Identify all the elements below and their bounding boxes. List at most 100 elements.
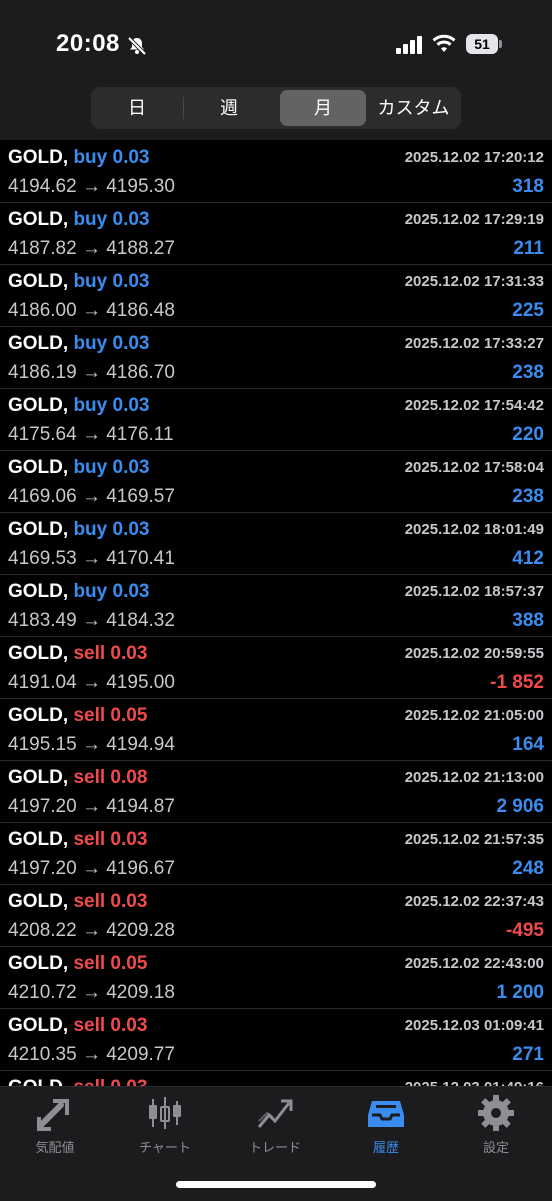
trade-profit: 238 [512,362,544,383]
trade-symbol-line: GOLD, sell 0.03 [8,1077,147,1086]
trade-row[interactable]: GOLD, sell 0.03 2025.12.02 20:59:55 4191.0… [0,637,552,699]
trade-symbol: GOLD, [8,1015,69,1036]
trade-row[interactable]: GOLD, sell 0.03 2025.12.02 21:57:35 4197.2… [0,823,552,885]
segment-month[interactable]: 月 [280,90,366,126]
trade-time: 2025.12.02 17:31:33 [404,273,544,290]
bell-off-icon [127,36,147,56]
trade-prices: 4186.19 → 4186.70 [8,362,175,383]
trade-prices: 4194.62 → 4195.30 [8,176,175,197]
trade-profit: -495 [505,920,544,941]
tab-settings-label: 設定 [482,1140,509,1155]
trade-symbol-line: GOLD, sell 0.03 [8,891,147,913]
home-indicator [176,1181,376,1188]
trade-profit: 318 [512,176,544,197]
tab-quotes-label: 気配値 [35,1140,75,1155]
trade-symbol: GOLD, [8,271,69,292]
signal-icon [396,36,422,54]
trade-side-volume: sell 0.05 [73,705,148,726]
trade-side-volume: sell 0.03 [73,891,148,912]
trade-time: 2025.12.02 20:59:55 [404,645,544,662]
trade-prices: 4183.49 → 4184.32 [8,610,175,631]
trade-side-volume: buy 0.03 [73,271,150,292]
trade-symbol-line: GOLD, buy 0.03 [8,519,150,541]
trade-prices: 4186.00 → 4186.48 [8,300,175,321]
trade-history-list[interactable]: GOLD, buy 0.03 2025.12.02 17:20:12 4194.62… [0,141,552,1086]
trade-row[interactable]: GOLD, sell 0.08 2025.12.02 21:13:00 4197.2… [0,761,552,823]
trade-prices: 4197.20 → 4194.87 [8,796,175,817]
trade-time: 2025.12.03 01:09:41 [404,1017,544,1034]
trade-row[interactable]: GOLD, sell 0.03 2025.12.03 01:09:41 4210.3… [0,1009,552,1071]
battery-level: 51 [466,34,498,54]
trade-profit: 238 [512,486,544,507]
trade-row[interactable]: GOLD, buy 0.03 2025.12.02 17:58:04 4169.06… [0,451,552,513]
trade-symbol: GOLD, [8,643,69,664]
trade-time: 2025.12.03 01:49:16 [405,1079,544,1086]
trade-row[interactable]: GOLD, buy 0.03 2025.12.02 18:01:49 4169.53… [0,513,552,575]
trade-prices: 4169.06 → 4169.57 [8,486,175,507]
trade-symbol: GOLD, [8,1077,68,1086]
trade-prices: 4208.22 → 4209.28 [8,920,175,941]
period-selector-bar: 日 週 月 カスタム [0,80,552,140]
period-segmented-control: 日 週 月 カスタム [91,87,461,129]
trade-symbol-line: GOLD, sell 0.05 [8,705,147,727]
wifi-icon [432,34,456,52]
trade-row[interactable]: GOLD, buy 0.03 2025.12.02 17:29:19 4187.82… [0,203,552,265]
trade-side-volume: buy 0.03 [73,333,150,354]
trade-symbol: GOLD, [8,519,69,540]
trade-row[interactable]: GOLD, buy 0.03 2025.12.02 18:57:37 4183.49… [0,575,552,637]
trade-profit: 225 [512,300,544,321]
tab-history[interactable]: 履歴 [331,1095,441,1155]
trade-symbol-line: GOLD, sell 0.08 [8,767,147,789]
trade-side-volume: sell 0.08 [73,767,148,788]
trade-prices: 4210.35 → 4209.77 [8,1044,175,1065]
trade-symbol-line: GOLD, sell 0.05 [8,953,147,975]
trade-side-volume: buy 0.03 [73,395,150,416]
trade-side-volume: buy 0.03 [73,457,150,478]
chart-icon [149,1097,181,1129]
trade-icon [257,1099,293,1128]
trade-profit: 271 [512,1044,544,1065]
trade-symbol: GOLD, [8,891,69,912]
trade-profit: 2 906 [496,796,544,817]
trade-symbol: GOLD, [8,953,69,974]
trade-profit: 220 [512,424,544,445]
tab-trade[interactable]: トレード [220,1095,330,1155]
status-time: 20:08 [56,30,120,57]
trade-row[interactable]: GOLD, buy 0.03 2025.12.02 17:33:27 4186.19… [0,327,552,389]
segment-custom[interactable]: カスタム [369,90,458,126]
trade-profit: 211 [513,238,544,259]
trade-side-volume: buy 0.03 [73,519,150,540]
trade-row[interactable]: GOLD, buy 0.03 2025.12.02 17:20:12 4194.62… [0,141,552,203]
tab-chart-label: チャート [139,1140,191,1155]
trade-symbol: GOLD, [8,333,69,354]
trade-time: 2025.12.02 17:33:27 [404,335,544,352]
segment-day[interactable]: 日 [94,90,180,126]
trade-profit: 248 [512,858,544,879]
trade-symbol-line: GOLD, buy 0.03 [8,147,150,169]
trade-row[interactable]: GOLD, sell 0.03 2025.12.02 22:37:43 4208.2… [0,885,552,947]
trade-side-volume: sell 0.03 [73,829,148,850]
tab-settings[interactable]: 設定 [441,1095,551,1155]
trade-side-volume: sell 0.03 [73,1077,147,1086]
trade-prices: 4197.20 → 4196.67 [8,858,175,879]
trade-row[interactable]: GOLD, sell 0.03 2025.12.03 01:49:16 [0,1071,552,1086]
trade-profit: 164 [512,734,544,755]
trade-symbol-line: GOLD, buy 0.03 [8,581,150,603]
tab-quotes[interactable]: 気配値 [0,1095,110,1155]
trade-symbol: GOLD, [8,705,69,726]
tab-chart[interactable]: チャート [110,1095,220,1155]
trade-profit: 388 [512,610,544,631]
trade-symbol-line: GOLD, buy 0.03 [8,209,150,231]
trade-row[interactable]: GOLD, buy 0.03 2025.12.02 17:31:33 4186.00… [0,265,552,327]
trade-symbol-line: GOLD, buy 0.03 [8,457,150,479]
trade-prices: 4191.04 → 4195.00 [8,672,175,693]
trade-row[interactable]: GOLD, sell 0.05 2025.12.02 21:05:00 4195.1… [0,699,552,761]
trade-row[interactable]: GOLD, sell 0.05 2025.12.02 22:43:00 4210.7… [0,947,552,1009]
segment-week[interactable]: 週 [186,90,272,126]
trade-profit: 412 [512,548,544,569]
trade-time: 2025.12.02 22:37:43 [404,893,544,910]
trade-row[interactable]: GOLD, buy 0.03 2025.12.02 17:54:42 4175.64… [0,389,552,451]
trade-symbol-line: GOLD, sell 0.03 [8,829,147,851]
trade-symbol: GOLD, [8,395,69,416]
trade-time: 2025.12.02 17:54:42 [404,397,544,414]
